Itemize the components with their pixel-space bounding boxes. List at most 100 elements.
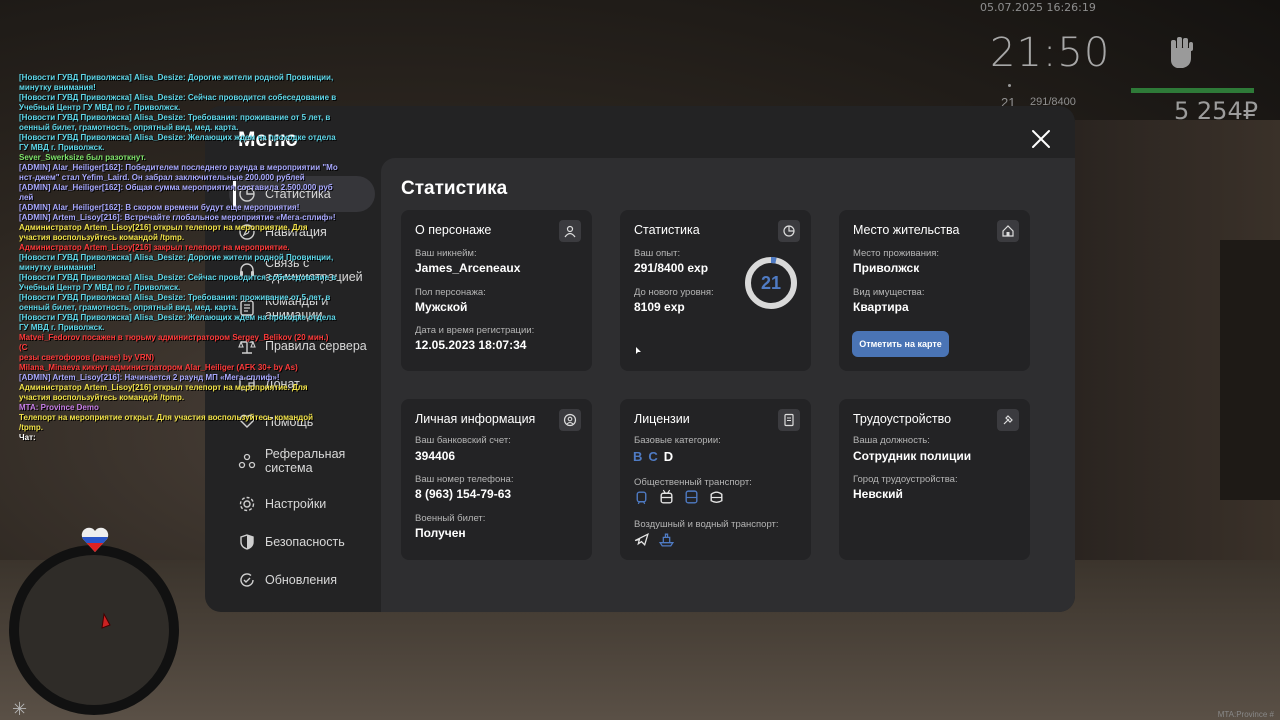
card-personal-info: Личная информация Ваш банковский счет: 3… bbox=[401, 399, 592, 560]
chat-line: Учебный Центр ГУ МВД по г. Приволжск. bbox=[19, 103, 181, 112]
svg-text:✳: ✳ bbox=[12, 699, 27, 720]
chat-line: Milana_Minaeva кикнут администратором Al… bbox=[19, 363, 298, 372]
exp-label: Ваш опыт: bbox=[634, 248, 681, 259]
chat-line: Sever_Swerksize был разоткнут. bbox=[19, 153, 146, 162]
sidebar-item-label: Безопасность bbox=[265, 535, 345, 549]
sidebar-item-label: Реферальная система bbox=[265, 447, 346, 475]
chat-line: [Новости ГУВД Приволжска] Alisa_Desize: … bbox=[19, 113, 331, 122]
card-title: Личная информация bbox=[415, 412, 536, 426]
license-category-c: C bbox=[648, 449, 658, 464]
background-pillar bbox=[1220, 240, 1280, 500]
chat-line: ГУ МВД г. Приволжск. bbox=[19, 323, 105, 332]
chat-line: лей bbox=[19, 193, 34, 202]
chat-line: Учебный Центр ГУ МВД по г. Приволжск. bbox=[19, 283, 181, 292]
property-label: Вид имущества: bbox=[853, 287, 925, 298]
metro-icon bbox=[710, 491, 723, 503]
chart-pie-icon bbox=[783, 225, 795, 237]
hud-date: 05.07.2025 16:26:19 bbox=[980, 1, 1096, 14]
chat-line: минутку внимания! bbox=[19, 263, 96, 272]
mouse-cursor-icon bbox=[636, 347, 641, 354]
card-icon-button bbox=[559, 409, 581, 431]
card-residence: Место жительства Место проживания: Приво… bbox=[839, 210, 1030, 371]
license-category-b: B bbox=[633, 449, 643, 464]
chat-line: минутку внимания! bbox=[19, 83, 96, 92]
trolleybus-icon bbox=[660, 489, 673, 504]
sidebar-item-label: Настройки bbox=[265, 497, 327, 511]
chat-line: Администратор Artem_Lisoy[216] закрыл те… bbox=[19, 243, 290, 252]
chat-line: резы светофоров (ранее) by VRN) bbox=[19, 353, 155, 362]
nickname-value: James_Arceneaux bbox=[415, 261, 521, 275]
watermark: MTA:Province # bbox=[1217, 710, 1274, 719]
chat-line: Администратор Artem_Lisoy[216] открыл те… bbox=[19, 223, 308, 232]
card-icon-button bbox=[559, 220, 581, 242]
card-title: Статистика bbox=[634, 223, 700, 237]
people-network-icon bbox=[238, 453, 256, 469]
chat-line: нст-джем" стал Yefim_Laird. Он забрал за… bbox=[19, 173, 305, 182]
chat-line: Администратор Artem_Lisoy[216] открыл те… bbox=[19, 383, 308, 392]
chat-line: [Новости ГУВД Приволжска] Alisa_Desize: … bbox=[19, 293, 331, 302]
card-title: Место жительства bbox=[853, 223, 960, 237]
chat-line: оенный билет, грамотность, опрятный вид,… bbox=[19, 123, 239, 132]
work-city-value: Невский bbox=[853, 487, 903, 501]
level-value: 21 bbox=[760, 272, 782, 293]
property-value: Квартира bbox=[853, 300, 909, 314]
document-icon bbox=[784, 413, 794, 427]
user-circle-icon bbox=[563, 413, 577, 427]
public-transport-label: Общественный транспорт: bbox=[634, 477, 752, 488]
hud-dot bbox=[1008, 84, 1011, 87]
chat-line: Matvei_Fedorov посажен в тюрьму админист… bbox=[19, 333, 329, 352]
sidebar-item-label: Обновления bbox=[265, 573, 337, 587]
chat-line: оенный билет, грамотность, опрятный вид,… bbox=[19, 303, 239, 312]
phone-value: 8 (963) 154-79-63 bbox=[415, 487, 512, 501]
hud-time: 21:50 bbox=[990, 30, 1111, 76]
base-categories-label: Базовые категории: bbox=[634, 435, 721, 446]
chat-line: участия воспользуйтесь командой /tpmp. bbox=[19, 233, 185, 242]
nickname-label: Ваш никнейм: bbox=[415, 248, 477, 259]
exp-value: 291/8400 exp bbox=[634, 261, 709, 275]
license-categories: BCD bbox=[633, 449, 679, 464]
sidebar-item-updates[interactable]: Обновления bbox=[229, 562, 375, 598]
chat-line: MTA: Province Demo bbox=[19, 403, 99, 412]
fist-icon bbox=[1171, 37, 1193, 68]
home-icon bbox=[1002, 225, 1014, 237]
sidebar-item-referral[interactable]: Реферальная система bbox=[229, 442, 375, 480]
bus-icon bbox=[685, 490, 698, 504]
next-level-value: 8109 exp bbox=[634, 300, 685, 314]
card-title: Трудоустройство bbox=[853, 412, 952, 426]
chat-line: [Новости ГУВД Приволжска] Alisa_Desize: … bbox=[19, 133, 336, 142]
minimap: ✳ bbox=[9, 545, 179, 720]
russia-heart-icon bbox=[81, 527, 109, 552]
chat-line: участия воспользуйтесь командой /tpmp. bbox=[19, 393, 185, 402]
registration-value: 12.05.2023 18:07:34 bbox=[415, 338, 527, 352]
card-employment: Трудоустройство Ваша должность: Сотрудни… bbox=[839, 399, 1030, 560]
chat-line: Чат: bbox=[19, 433, 36, 442]
sidebar-item-security[interactable]: Безопасность bbox=[229, 524, 375, 560]
chat-line: [ADMIN] Artem_Lisoy[216]: Встречайте гло… bbox=[19, 213, 336, 222]
airplane-icon bbox=[634, 532, 649, 547]
card-statistics: Статистика Ваш опыт: 291/8400 exp До нов… bbox=[620, 210, 811, 371]
card-icon-button bbox=[997, 409, 1019, 431]
card-icon-button bbox=[997, 220, 1019, 242]
sidebar-item-settings[interactable]: Настройки bbox=[229, 486, 375, 522]
phone-label: Ваш номер телефона: bbox=[415, 474, 514, 485]
chat-line: [Новости ГУВД Приволжска] Alisa_Desize: … bbox=[19, 73, 334, 82]
hud-money: 5 254₽ bbox=[1174, 97, 1258, 125]
close-icon[interactable] bbox=[1030, 128, 1052, 150]
registration-label: Дата и время регистрации: bbox=[415, 325, 535, 336]
mark-on-map-button[interactable]: Отметить на карте bbox=[852, 331, 949, 357]
chat-line: [Новости ГУВД Приволжска] Alisa_Desize: … bbox=[19, 253, 334, 262]
card-icon-button bbox=[778, 220, 800, 242]
content-panel: Статистика О персонаже Ваш никнейм: Jame… bbox=[381, 158, 1075, 612]
gear-icon bbox=[239, 496, 255, 512]
card-icon-button bbox=[778, 409, 800, 431]
air-water-transport-label: Воздушный и водный транспорт: bbox=[634, 519, 779, 530]
card-title: Лицензии bbox=[634, 412, 690, 426]
bank-value: 394406 bbox=[415, 449, 456, 463]
place-value: Приволжск bbox=[853, 261, 920, 275]
chat-line: [Новости ГУВД Приволжска] Alisa_Desize: … bbox=[19, 313, 336, 322]
card-character: О персонаже Ваш никнейм: James_Arceneaux… bbox=[401, 210, 592, 371]
position-label: Ваша должность: bbox=[853, 435, 930, 446]
military-value: Получен bbox=[415, 526, 466, 540]
chat-line: [Новости ГУВД Приволжска] Alisa_Desize: … bbox=[19, 93, 337, 102]
chat-line: ГУ МВД г. Приволжск. bbox=[19, 143, 105, 152]
